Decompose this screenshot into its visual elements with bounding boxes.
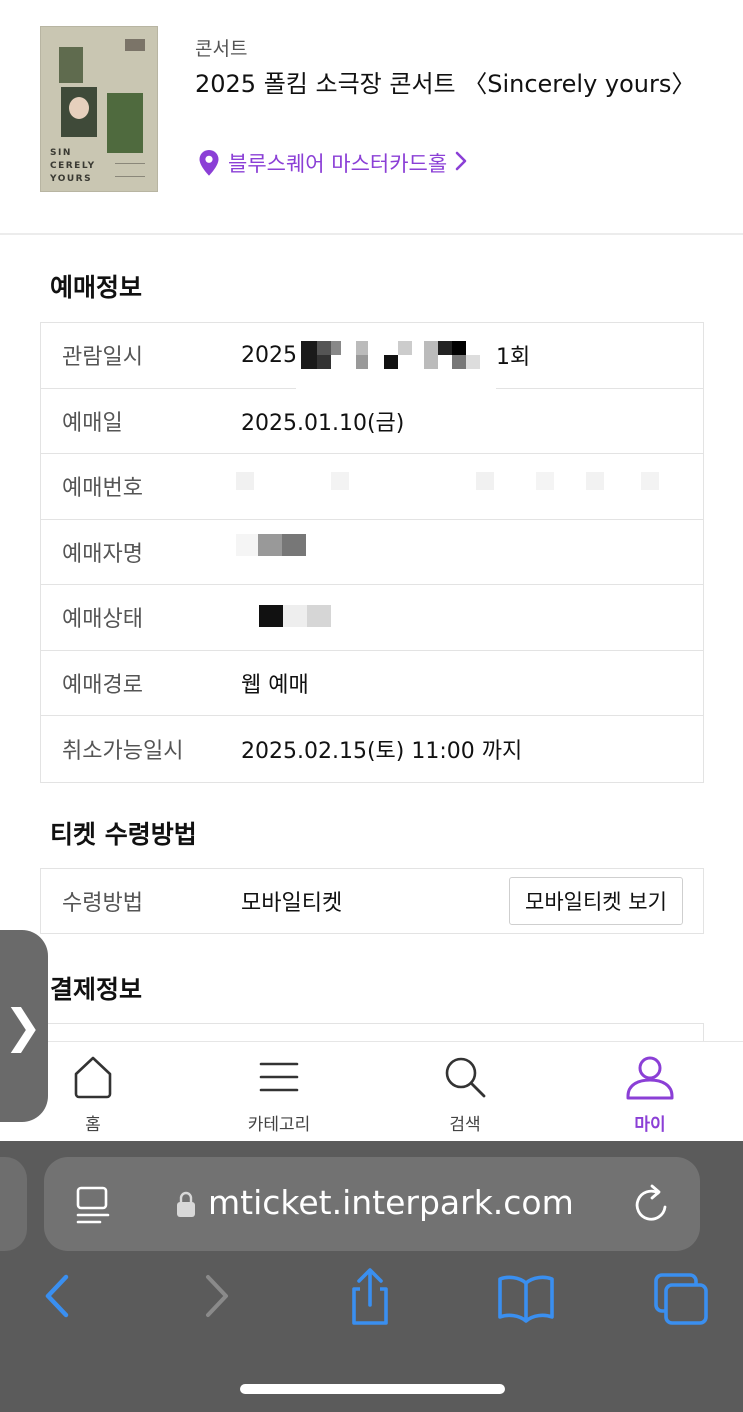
poster-lettering: SIN CERELY YOURS (50, 148, 96, 184)
bottom-nav: 홈 카테고리 검색 마이 (0, 1041, 743, 1141)
table-row: 수령방법 모바일티켓 모바일티켓 보기 (41, 869, 703, 933)
table-row: 관람일시 2025 1회 (41, 323, 703, 395)
table-row: 예매상태 (41, 585, 703, 651)
redacted-block (236, 532, 316, 562)
row-value: 2025.01.10(금) (241, 410, 405, 436)
home-icon (71, 1054, 115, 1102)
table-row: 취소가능일시 2025.02.15(토) 11:00 까지 (41, 716, 703, 782)
row-label: 수령방법 (62, 891, 143, 916)
nav-label: 마이 (634, 1115, 666, 1135)
row-label: 취소가능일시 (62, 738, 184, 764)
event-poster[interactable]: SIN CERELY YOURS (40, 26, 158, 192)
chevron-right-icon: ❯ (3, 999, 43, 1053)
reload-icon[interactable] (632, 1181, 672, 1229)
nav-search[interactable]: 검색 (372, 1042, 558, 1142)
booking-info-title: 예매정보 (50, 273, 143, 302)
section-divider (0, 233, 743, 235)
payment-info-title: 결제정보 (50, 975, 143, 1004)
home-indicator (240, 1384, 505, 1394)
poster-photo (61, 87, 97, 137)
nav-label: 검색 (449, 1115, 481, 1135)
table-row: 예매번호 (41, 454, 703, 520)
url-text: mticket.interpark.com (208, 1183, 574, 1222)
booking-info-table: 관람일시 2025 1회 예매일 2025.01.10(금) 예매번호 예매자명… (40, 322, 704, 783)
event-category: 콘서트 (195, 38, 248, 60)
person-icon (624, 1054, 676, 1102)
event-header: SIN CERELY YOURS 콘서트 2025 폴킴 소극장 콘서트 〈Si… (0, 0, 743, 234)
lock-icon (176, 1190, 196, 1222)
table-row: 예매자명 (41, 520, 703, 585)
row-value: 모바일티켓 (241, 891, 343, 916)
venue-link[interactable]: 블루스퀘어 마스터카드홀 (198, 148, 467, 178)
event-title: 2025 폴킴 소극장 콘서트 〈Sincerely yours〉 (195, 70, 696, 98)
chevron-right-icon (455, 151, 467, 176)
table-row: 예매경로 웹 예매 (41, 651, 703, 716)
row-label: 예매자명 (62, 541, 143, 567)
row-value: 2025 (241, 342, 297, 368)
ticket-pickup-table: 수령방법 모바일티켓 모바일티켓 보기 (40, 868, 704, 934)
table-row: 예매일 2025.01.10(금) (41, 389, 703, 454)
nav-category[interactable]: 카테고리 (186, 1042, 372, 1142)
redacted-block (296, 323, 496, 395)
poster-photo (59, 47, 83, 83)
search-icon (442, 1054, 488, 1102)
row-value: 2025.02.15(토) 11:00 까지 (241, 738, 523, 764)
poster-photo (107, 93, 143, 153)
back-icon[interactable] (40, 1271, 74, 1325)
nav-label: 카테고리 (247, 1115, 311, 1135)
browser-toolbar: mticket.interpark.com (0, 1141, 743, 1412)
menu-icon (257, 1054, 301, 1102)
row-label: 예매상태 (62, 607, 143, 633)
row-value: 웹 예매 (241, 672, 309, 698)
ticket-pickup-title: 티켓 수령방법 (50, 820, 197, 849)
redacted-block (231, 464, 671, 508)
tabs-icon[interactable] (652, 1271, 710, 1331)
location-pin-icon (198, 149, 220, 177)
row-label: 관람일시 (62, 345, 143, 371)
forward-icon[interactable] (200, 1271, 234, 1325)
bookmarks-icon[interactable] (496, 1273, 556, 1327)
venue-name: 블루스퀘어 마스터카드홀 (228, 152, 448, 176)
row-label: 예매경로 (62, 672, 143, 698)
row-label: 예매일 (62, 410, 123, 436)
row-label: 예매번호 (62, 476, 143, 502)
reader-icon[interactable] (74, 1185, 112, 1229)
poster-details (115, 163, 145, 177)
redacted-block (259, 603, 339, 633)
nav-my[interactable]: 마이 (557, 1042, 743, 1142)
row-value-suffix: 1회 (496, 345, 531, 371)
address-bar[interactable]: mticket.interpark.com (44, 1157, 700, 1251)
nav-label: 홈 (85, 1115, 101, 1135)
share-icon[interactable] (345, 1267, 395, 1331)
view-mobile-ticket-button[interactable]: 모바일티켓 보기 (509, 877, 683, 925)
previous-tab-preview[interactable] (0, 1157, 27, 1251)
poster-stamp (125, 39, 145, 51)
side-drawer-tab[interactable]: ❯ (0, 930, 48, 1122)
